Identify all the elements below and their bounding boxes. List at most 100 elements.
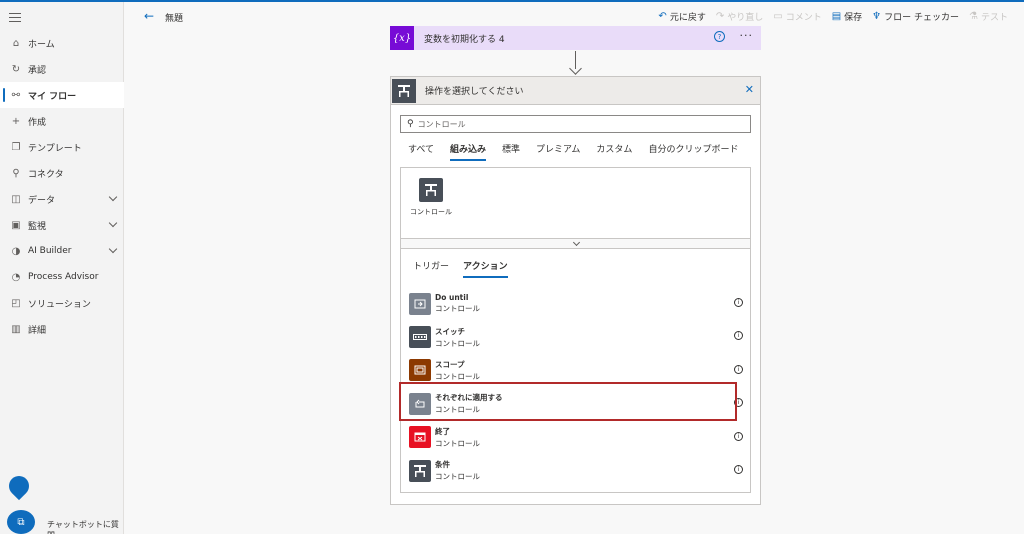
control-connector[interactable]: コントロール (409, 178, 453, 217)
tab-built-in[interactable]: 組み込み (442, 143, 494, 161)
sidebar-item-monitor[interactable]: ▣ 監視 (0, 212, 124, 238)
connectors-icon: ⚲ (12, 167, 20, 179)
variable-icon: {x} (390, 26, 414, 50)
sidebar-item-ai-builder[interactable]: ◑ AI Builder (0, 238, 124, 264)
undo-label: 元に戻す (669, 13, 706, 23)
actions-section: トリガー アクション Do until コントロール i スイッチ コントロール… (400, 249, 751, 493)
sidebar-item-data[interactable]: ◫ データ (0, 186, 124, 212)
category-tabs: すべて 組み込み 標準 プレミアム カスタム 自分のクリップボード (400, 143, 746, 161)
tab-all[interactable]: すべて (400, 143, 442, 161)
action-switch[interactable]: スイッチ コントロール i (401, 320, 750, 353)
info-icon[interactable]: i (734, 331, 743, 341)
tab-my-clipboard[interactable]: 自分のクリップボード (640, 143, 746, 161)
sidebar-item-approvals[interactable]: ↻ 承認 (0, 56, 124, 82)
flow-title: 無題 (165, 14, 184, 24)
book-icon: ▥ (11, 323, 21, 335)
sidebar-item-solutions[interactable]: ◰ ソリューション (0, 290, 124, 316)
action-terminate[interactable]: 終了 コントロール i (401, 421, 750, 454)
hamburger-menu-icon[interactable] (9, 13, 21, 23)
templates-icon: ❐ (11, 141, 21, 153)
close-icon[interactable]: ✕ (745, 83, 754, 96)
flask-icon: ⚗ (969, 11, 978, 22)
comment-button[interactable]: ▭ コメント (773, 10, 821, 23)
info-icon[interactable]: i (734, 431, 743, 441)
sidebar-item-process-advisor[interactable]: ◔ Process Advisor (0, 264, 124, 290)
chat-bubble-icon[interactable] (4, 471, 34, 501)
toolbar: ↶ 元に戻す ↷ やり直し ▭ コメント ▤ 保存 ♆ フロー チェッカー ⚗ テスト (658, 10, 1008, 23)
initialize-variable-card[interactable]: {x} 変数を初期化する 4 ? ··· (390, 26, 761, 50)
monitor-icon: ▣ (11, 219, 21, 231)
approvals-icon: ↻ (11, 63, 21, 75)
action-condition[interactable]: 条件 コントロール i (401, 454, 750, 487)
variable-card-title: 変数を初期化する 4 (424, 34, 505, 45)
action-do-until[interactable]: Do until コントロール i (401, 287, 750, 320)
flow-checker-button[interactable]: ♆ フロー チェッカー (872, 10, 959, 23)
flows-icon: ⚯ (11, 89, 21, 101)
back-arrow-icon[interactable]: ← (144, 9, 154, 23)
info-icon[interactable]: i (734, 298, 743, 307)
save-label: 保存 (844, 13, 863, 23)
sidebar-item-label: 詳細 (28, 325, 47, 336)
sidebar-item-create[interactable]: + 作成 (0, 108, 124, 134)
chatbot-button[interactable]: ⧉ (7, 510, 35, 534)
process-advisor-icon: ◔ (11, 271, 21, 283)
loop-icon (409, 292, 431, 315)
tab-standard[interactable]: 標準 (494, 143, 528, 161)
tab-premium[interactable]: プレミアム (528, 143, 588, 161)
action-text: Do until コントロール (435, 293, 480, 314)
chatbot-label: チャットボットに質問 (47, 520, 119, 534)
tab-custom[interactable]: カスタム (588, 143, 640, 161)
sidebar-item-label: マイ フロー (28, 91, 77, 102)
sidebar-nav: ⌂ ホーム ↻ 承認 ⚯ マイ フロー + 作成 ❐ テンプレート ⚲ コネクタ… (0, 30, 124, 342)
sidebar-item-templates[interactable]: ❐ テンプレート (0, 134, 124, 160)
action-connector: コントロール (435, 338, 480, 348)
redo-button[interactable]: ↷ やり直し (716, 10, 763, 23)
sidebar-item-label: 承認 (28, 65, 47, 76)
info-icon[interactable]: i (734, 464, 743, 474)
tab-actions[interactable]: アクション (456, 260, 515, 278)
action-name: スコープ (435, 359, 465, 369)
choose-operation-panel: 操作を選択してください ✕ ⚲ すべて 組み込み 標準 プレミアム カスタム 自… (390, 76, 761, 505)
search-box[interactable]: ⚲ (400, 115, 751, 133)
action-name: 終了 (435, 426, 450, 436)
collapse-toggle[interactable] (400, 238, 751, 249)
help-icon[interactable]: ? (714, 31, 725, 42)
undo-button[interactable]: ↶ 元に戻す (658, 10, 705, 23)
info-icon[interactable]: i (734, 364, 743, 374)
sidebar-item-connectors[interactable]: ⚲ コネクタ (0, 160, 124, 186)
sidebar-item-label: 監視 (28, 221, 47, 232)
sidebar-item-home[interactable]: ⌂ ホーム (0, 30, 124, 56)
connector-label: コントロール (410, 208, 452, 216)
redo-icon: ↷ (715, 11, 725, 22)
ai-builder-icon: ◑ (11, 245, 21, 257)
sidebar: ⌂ ホーム ↻ 承認 ⚯ マイ フロー + 作成 ❐ テンプレート ⚲ コネクタ… (0, 2, 124, 534)
trigger-action-tabs: トリガー アクション (406, 260, 515, 278)
action-text: スコープ コントロール (435, 359, 480, 382)
redo-label: やり直し (727, 13, 764, 23)
save-icon: ▤ (831, 11, 842, 22)
more-options-icon[interactable]: ··· (740, 29, 754, 42)
save-button[interactable]: ▤ 保存 (832, 10, 862, 23)
action-text: 条件 コントロール (435, 459, 480, 482)
search-input[interactable] (417, 119, 718, 129)
stethoscope-icon: ♆ (872, 11, 882, 22)
chevron-down-icon (572, 238, 581, 247)
control-icon (419, 178, 443, 202)
sidebar-item-label: ホーム (28, 39, 55, 50)
sidebar-item-label: テンプレート (28, 143, 82, 154)
sidebar-item-label: ソリューション (28, 299, 91, 310)
sidebar-item-learn[interactable]: ▥ 詳細 (0, 316, 124, 342)
arrow-down-icon (569, 62, 582, 75)
tab-triggers[interactable]: トリガー (406, 260, 456, 278)
operation-icon (392, 78, 416, 103)
sidebar-item-my-flows[interactable]: ⚯ マイ フロー (0, 82, 124, 108)
comment-label: コメント (785, 13, 822, 23)
action-name: 条件 (435, 460, 450, 470)
action-name: Do until (435, 293, 469, 303)
action-text: スイッチ コントロール (435, 326, 480, 349)
condition-icon (409, 459, 431, 482)
undo-icon: ↶ (658, 11, 667, 22)
test-button[interactable]: ⚗ テスト (969, 10, 1008, 23)
action-connector: コントロール (435, 438, 480, 448)
action-connector: コントロール (435, 472, 480, 482)
